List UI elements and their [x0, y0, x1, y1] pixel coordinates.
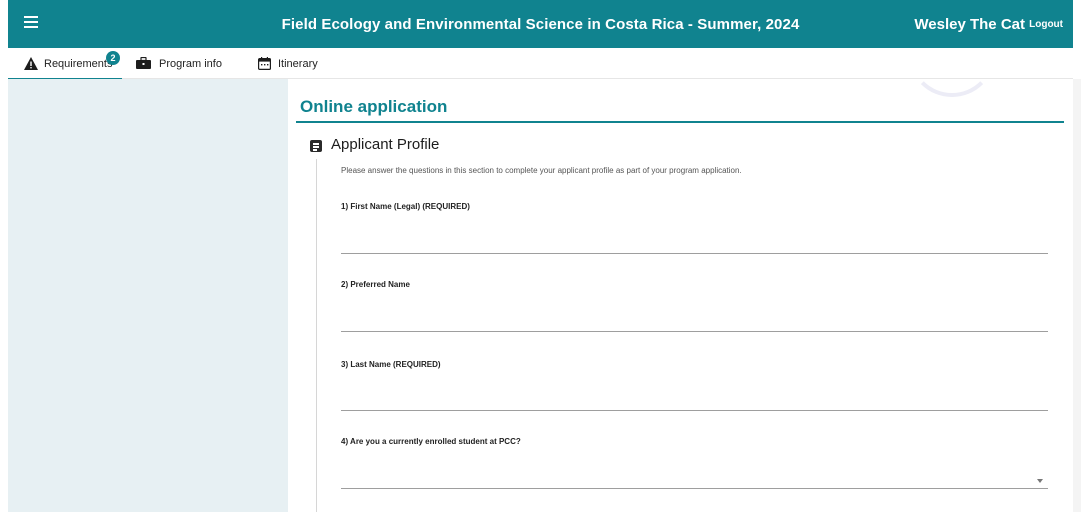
tab-requirements-label: Requirements — [44, 58, 113, 70]
tab-itinerary[interactable]: Itinerary — [258, 48, 338, 78]
enrolled-student-select[interactable] — [341, 464, 1048, 489]
briefcase-icon — [136, 57, 151, 69]
decorative-arc — [908, 79, 996, 97]
first-name-input[interactable] — [341, 229, 1048, 254]
tab-program-info[interactable]: Program info — [136, 48, 236, 78]
page-title: Online application — [300, 97, 448, 116]
last-name-input[interactable] — [341, 386, 1048, 411]
preferred-name-input[interactable] — [341, 307, 1048, 332]
requirements-count-badge: 2 — [106, 51, 120, 65]
dropdown-arrow-icon[interactable] — [1037, 479, 1043, 483]
section-guide-line — [316, 159, 317, 512]
form-document-icon — [310, 140, 322, 152]
question-label-first-name: 1) First Name (Legal) (REQUIRED) — [341, 202, 470, 211]
question-label-preferred-name: 2) Preferred Name — [341, 280, 410, 289]
tab-bar: Requirements 2 Program info Itinerary — [8, 48, 1073, 80]
program-title: Field Ecology and Environmental Science … — [281, 16, 800, 33]
question-label-last-name: 3) Last Name (REQUIRED) — [341, 360, 441, 369]
section-intro: Please answer the questions in this sect… — [341, 166, 742, 175]
section-title: Applicant Profile — [331, 136, 440, 153]
user-name: Wesley The Cat — [914, 16, 1025, 33]
title-divider — [296, 121, 1064, 123]
warning-triangle-icon — [24, 57, 38, 70]
application-form: Online application Applicant Profile Ple… — [288, 79, 1073, 512]
question-label-enrolled: 4) Are you a currently enrolled student … — [341, 437, 521, 446]
logout-button[interactable]: Logout — [1029, 19, 1063, 30]
tab-program-info-label: Program info — [159, 58, 222, 70]
app-header: Field Ecology and Environmental Science … — [8, 0, 1073, 48]
sidebar-panel — [8, 79, 288, 512]
tab-requirements[interactable]: Requirements 2 — [8, 48, 122, 80]
calendar-icon — [258, 57, 271, 70]
tab-itinerary-label: Itinerary — [278, 58, 318, 70]
scroll-gutter — [1073, 79, 1081, 512]
